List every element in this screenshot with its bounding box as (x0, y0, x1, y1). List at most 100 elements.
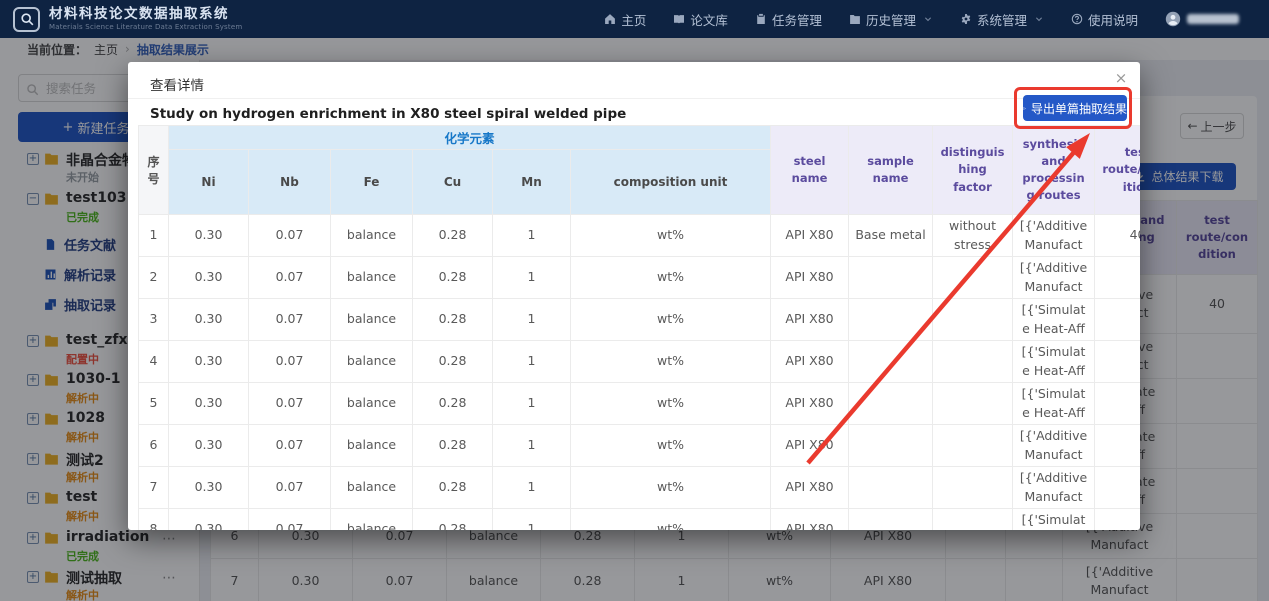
cell-distinguishing-factor (933, 341, 1013, 383)
column-header-Fe: Fe (331, 150, 413, 215)
cell-index: 5 (139, 383, 169, 425)
cell-Ni: 0.30 (169, 341, 249, 383)
table-row: 20.300.07balance0.281wt%API X80[{'Additi… (139, 257, 1141, 299)
column-header-composition-unit: composition unit (571, 150, 771, 215)
cell-composition-unit: wt% (571, 509, 771, 531)
nav-item-system[interactable]: 系统管理 (960, 10, 1044, 29)
nav-item-home[interactable]: 主页 (604, 10, 646, 29)
cell-steel-name: API X80 (771, 383, 849, 425)
cell-synthesis-routes: [{'Simulate Heat-Aff (1013, 509, 1095, 531)
nav-label-system: 系统管理 (977, 10, 1027, 29)
cell-composition-unit: wt% (571, 425, 771, 467)
detail-modal: 查看详情 × Study on hydrogen enrichment in X… (128, 62, 1140, 530)
system-icon (960, 13, 972, 25)
table-row: 40.300.07balance0.281wt%API X80[{'Simula… (139, 341, 1141, 383)
detail-table: 序号化学元素steel namesample namedistinguishin… (138, 125, 1140, 530)
column-group-header-chemical-elements: 化学元素 (169, 126, 771, 150)
nav-item-tasks[interactable]: 任务管理 (755, 10, 822, 29)
cell-Ni: 0.30 (169, 467, 249, 509)
cell-Nb: 0.07 (249, 509, 331, 531)
cell-test-route: 40 (1095, 215, 1140, 257)
cell-synthesis-routes: [{'Additive Manufact (1013, 215, 1095, 257)
cell-Cu: 0.28 (413, 467, 493, 509)
cell-Fe: balance (331, 425, 413, 467)
cell-Nb: 0.07 (249, 257, 331, 299)
column-header-distinguishing-factor: distinguishing factor (933, 126, 1013, 215)
cell-index: 1 (139, 215, 169, 257)
column-header-Nb: Nb (249, 150, 331, 215)
cell-test-route (1095, 425, 1140, 467)
close-icon[interactable]: × (1110, 67, 1132, 89)
cell-steel-name: API X80 (771, 509, 849, 531)
chevron-down-icon (923, 14, 933, 24)
cell-Ni: 0.30 (169, 509, 249, 531)
nav-label-papers: 论文库 (690, 10, 728, 29)
cell-Fe: balance (331, 257, 413, 299)
tasks-icon (755, 13, 767, 25)
table-row: 50.300.07balance0.281wt%API X80[{'Simula… (139, 383, 1141, 425)
cell-sample-name (849, 257, 933, 299)
cell-Cu: 0.28 (413, 341, 493, 383)
cell-Mn: 1 (493, 341, 571, 383)
app-logo-icon (13, 7, 40, 32)
export-single-result-button[interactable]: 导出单篇抽取结果 (1023, 95, 1127, 121)
cell-sample-name (849, 509, 933, 531)
column-header-Ni: Ni (169, 150, 249, 215)
cell-Nb: 0.07 (249, 467, 331, 509)
cell-Ni: 0.30 (169, 299, 249, 341)
cell-sample-name (849, 467, 933, 509)
cell-Mn: 1 (493, 299, 571, 341)
cell-steel-name: API X80 (771, 299, 849, 341)
column-header-synthesis-routes: synthesis and processing routes (1013, 126, 1095, 215)
cell-distinguishing-factor (933, 509, 1013, 531)
cell-Cu: 0.28 (413, 509, 493, 531)
chevron-down-icon (1034, 14, 1044, 24)
app-title: 材料科技论文数据抽取系统 (49, 7, 242, 23)
cell-composition-unit: wt% (571, 383, 771, 425)
cell-Nb: 0.07 (249, 383, 331, 425)
cell-composition-unit: wt% (571, 257, 771, 299)
user-menu[interactable] (1165, 11, 1239, 27)
cell-Nb: 0.07 (249, 215, 331, 257)
cell-steel-name: API X80 (771, 341, 849, 383)
table-row: 70.300.07balance0.281wt%API X80[{'Additi… (139, 467, 1141, 509)
cell-index: 3 (139, 299, 169, 341)
cell-Ni: 0.30 (169, 425, 249, 467)
cell-steel-name: API X80 (771, 257, 849, 299)
cell-index: 6 (139, 425, 169, 467)
cell-steel-name: API X80 (771, 425, 849, 467)
nav-label-help: 使用说明 (1088, 10, 1138, 29)
cell-Mn: 1 (493, 467, 571, 509)
cell-Fe: balance (331, 341, 413, 383)
cell-test-route (1095, 509, 1140, 531)
column-header-sample-name: sample name (849, 126, 933, 215)
column-header-test-route: test route/condition (1095, 126, 1140, 215)
nav-label-tasks: 任务管理 (772, 10, 822, 29)
cell-Cu: 0.28 (413, 215, 493, 257)
user-name-redacted (1187, 14, 1239, 24)
cell-Fe: balance (331, 299, 413, 341)
cell-test-route (1095, 383, 1140, 425)
cell-synthesis-routes: [{'Simulate Heat-Aff (1013, 383, 1095, 425)
app-brand[interactable]: 材料科技论文数据抽取系统 Materials Science Literatur… (0, 7, 242, 32)
cell-Nb: 0.07 (249, 341, 331, 383)
cell-Cu: 0.28 (413, 383, 493, 425)
column-header-Cu: Cu (413, 150, 493, 215)
cell-composition-unit: wt% (571, 299, 771, 341)
table-row: 10.300.07balance0.281wt%API X80Base meta… (139, 215, 1141, 257)
main-nav: 主页 论文库 任务管理 历史管理 系统管理 使用说明 (604, 10, 1269, 29)
column-header-Mn: Mn (493, 150, 571, 215)
nav-item-papers[interactable]: 论文库 (673, 10, 728, 29)
cell-Cu: 0.28 (413, 257, 493, 299)
nav-item-help[interactable]: 使用说明 (1071, 10, 1138, 29)
cell-steel-name: API X80 (771, 467, 849, 509)
cell-distinguishing-factor (933, 383, 1013, 425)
history-icon (849, 13, 861, 25)
cell-test-route (1095, 341, 1140, 383)
cell-Ni: 0.30 (169, 215, 249, 257)
cell-synthesis-routes: [{'Simulate Heat-Aff (1013, 341, 1095, 383)
cell-index: 8 (139, 509, 169, 531)
cell-synthesis-routes: [{'Additive Manufact (1013, 257, 1095, 299)
cell-Fe: balance (331, 383, 413, 425)
nav-item-history[interactable]: 历史管理 (849, 10, 933, 29)
